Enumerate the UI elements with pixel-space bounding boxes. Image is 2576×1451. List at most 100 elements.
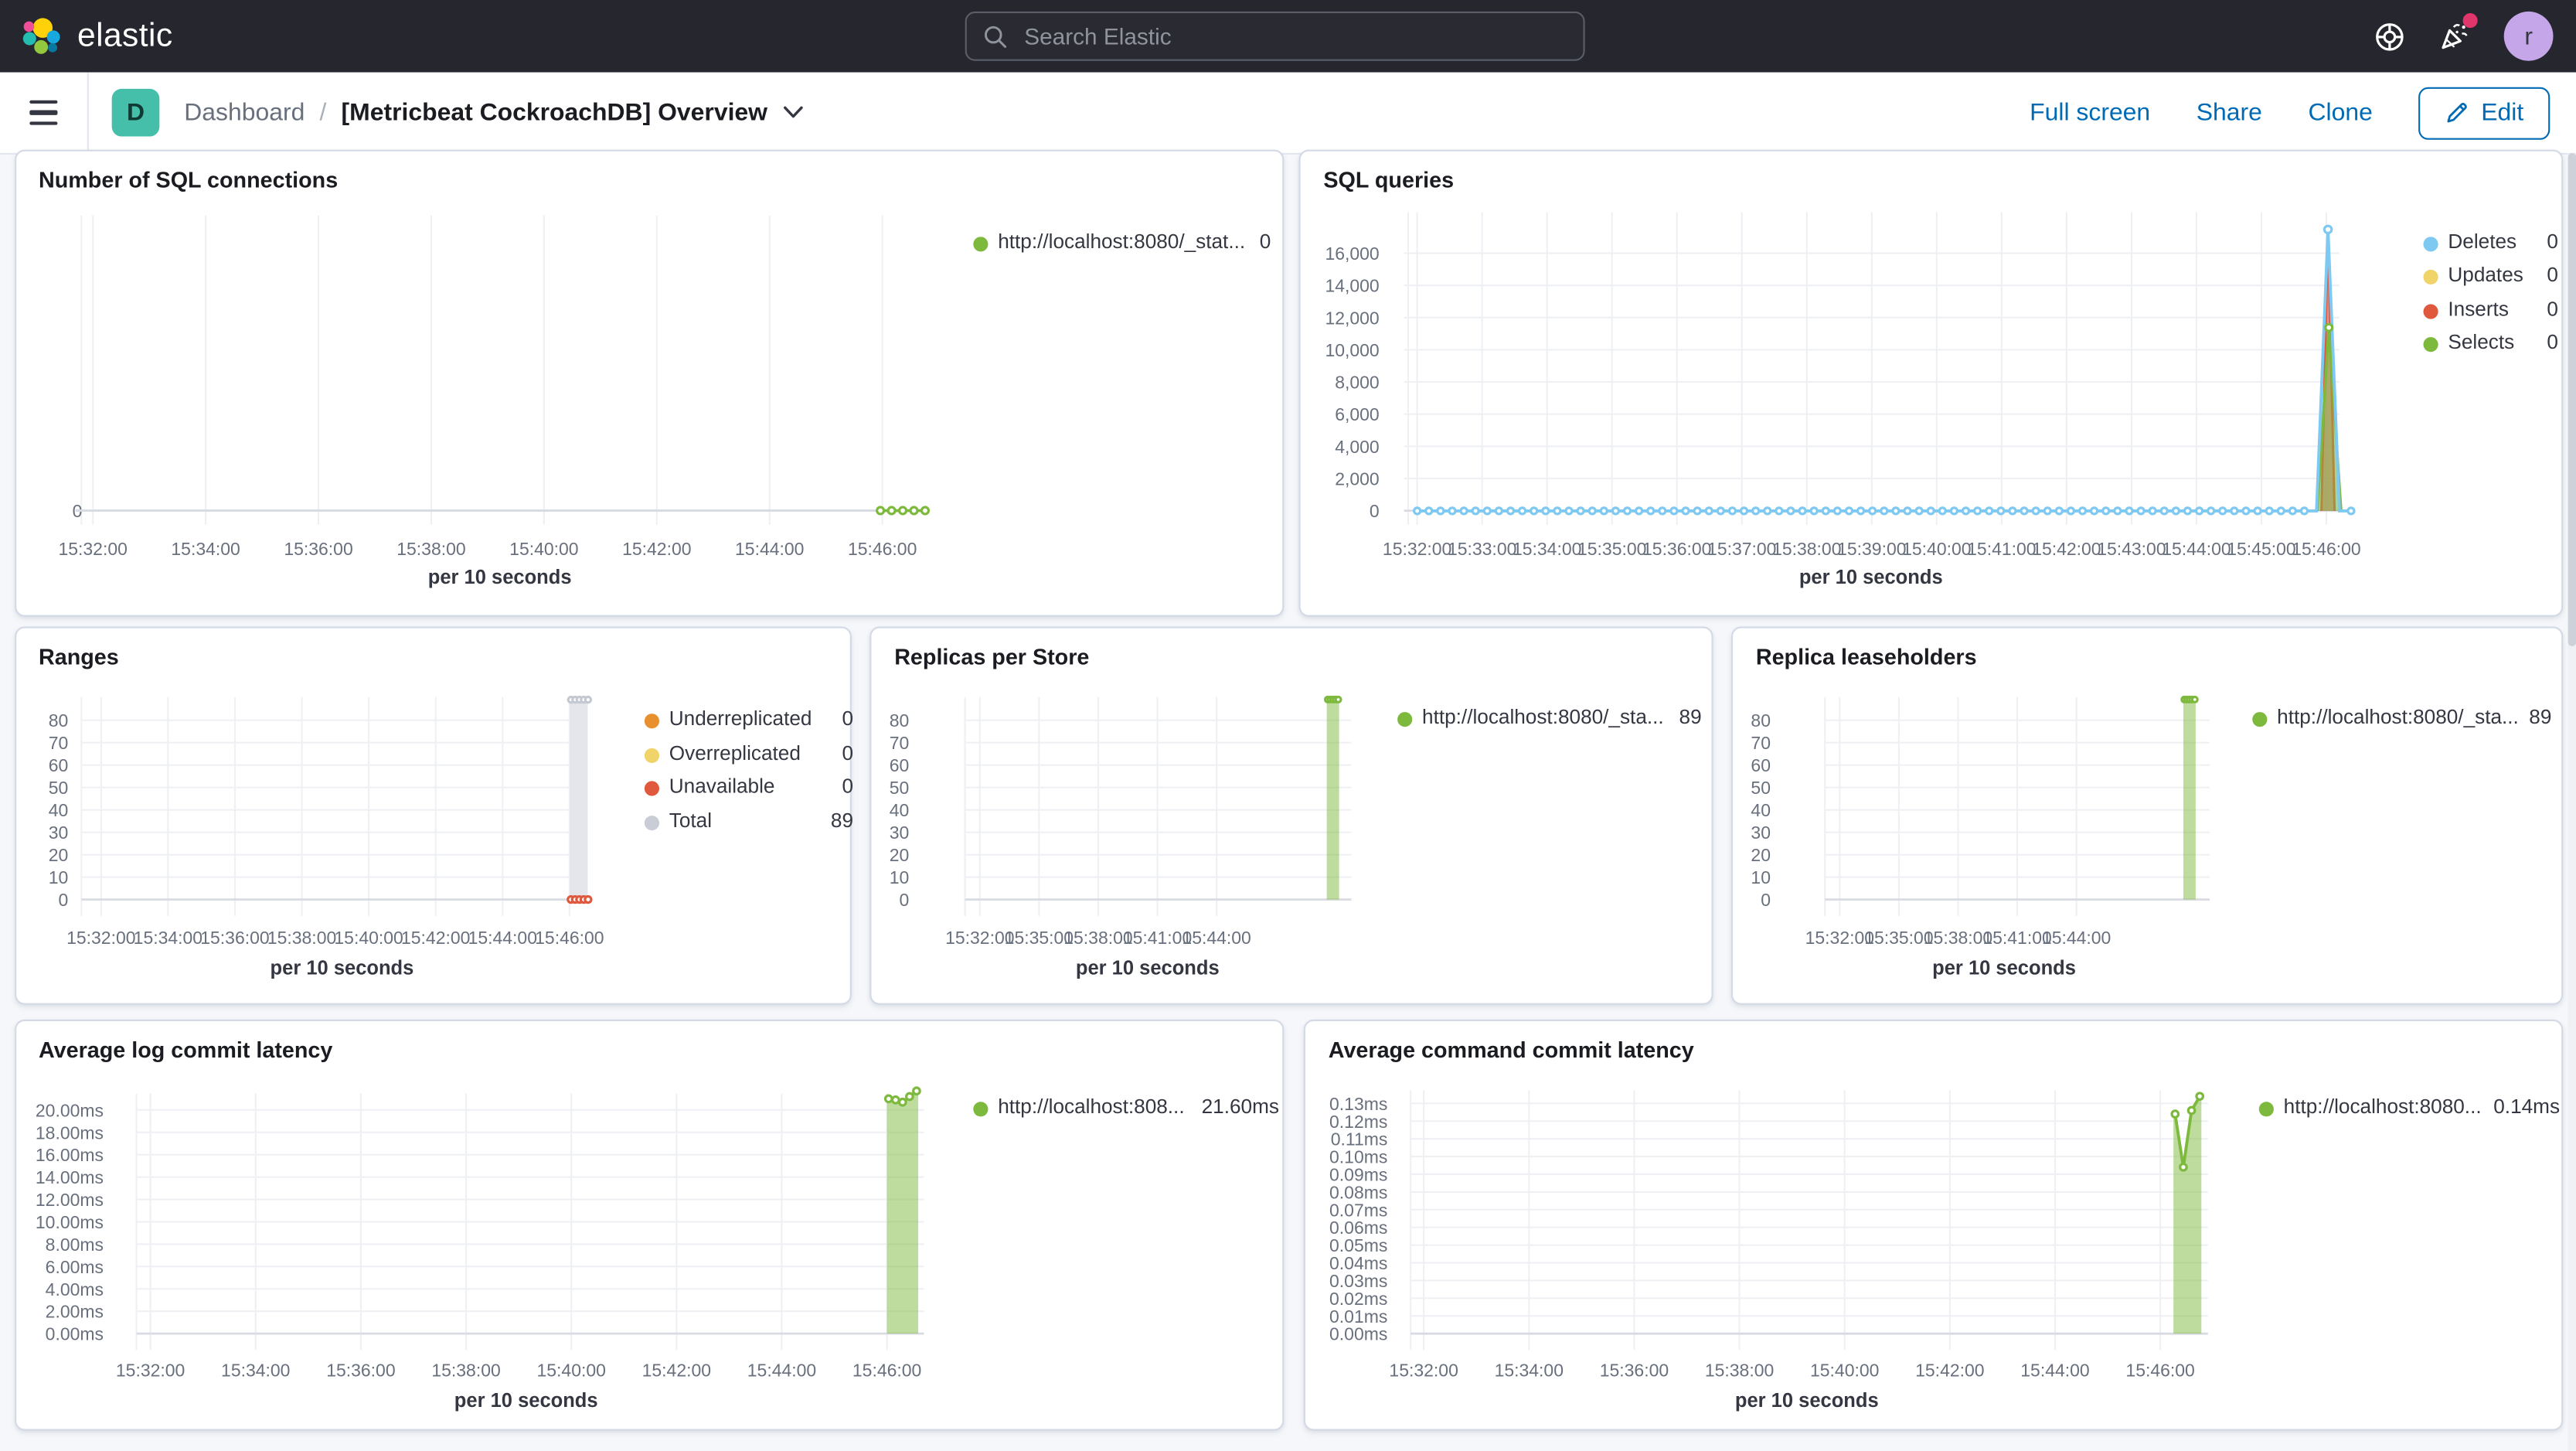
x-tick: 15:34:00 — [220, 1360, 289, 1380]
x-tick: 15:33:00 — [1448, 538, 1516, 558]
y-tick: 70 — [48, 733, 68, 753]
legend-series-label: Updates — [2448, 263, 2523, 287]
page-scrollbar-thumb[interactable] — [2567, 152, 2576, 646]
legend-item[interactable]: Selects 0 — [2420, 329, 2558, 359]
legend-series-label: Deletes — [2448, 229, 2517, 253]
legend-series-value: 0 — [2547, 297, 2558, 321]
whats-new-button[interactable] — [2438, 13, 2478, 53]
y-tick: 80 — [890, 710, 910, 731]
notification-dot — [2462, 13, 2478, 29]
legend-series-label: Underreplicated — [669, 707, 812, 731]
x-tick: 15:44:00 — [2162, 538, 2231, 558]
y-tick: 50 — [1751, 778, 1771, 798]
x-tick: 15:38:00 — [430, 1360, 499, 1380]
panel-average-log-commit-latency: Average log commit latency 15:32:00 15:34:… — [14, 1019, 1284, 1431]
legend-series-value: 89 — [2529, 705, 2552, 729]
legend-series-dot — [2423, 303, 2438, 319]
avatar-initial: r — [2524, 22, 2533, 50]
y-tick: 40 — [890, 800, 910, 820]
legend-series-label: Inserts — [2448, 297, 2509, 321]
legend-item[interactable]: Inserts 0 — [2420, 295, 2558, 325]
x-tick: 15:42:00 — [400, 928, 469, 948]
x-tick: 15:38:00 — [1705, 1360, 1774, 1380]
menu-button[interactable] — [0, 73, 87, 153]
y-tick: 6,000 — [1335, 404, 1379, 424]
legend-item[interactable]: http://localhost:8080/_stat... 0 — [970, 228, 1271, 257]
y-tick: 14,000 — [1325, 275, 1379, 295]
breadcrumb: Dashboard / [Metricbeat CockroachDB] Ove… — [184, 99, 804, 127]
x-tick: 15:38:00 — [267, 928, 335, 948]
y-tick: 8,000 — [1335, 372, 1379, 392]
y-tick: 10 — [1751, 867, 1771, 887]
edit-button[interactable]: Edit — [2418, 86, 2550, 139]
x-tick: 15:46:00 — [852, 1360, 920, 1380]
edit-button-label: Edit — [2481, 98, 2524, 127]
y-tick: 30 — [890, 823, 910, 843]
help-button[interactable] — [2374, 21, 2405, 52]
legend-series-value: 0 — [842, 707, 854, 731]
y-tick: 50 — [48, 778, 68, 798]
x-tick: 15:44:00 — [2042, 928, 2111, 948]
dashboard-badge[interactable]: D — [111, 88, 160, 137]
x-tick: 15:46:00 — [534, 928, 603, 948]
legend-item[interactable]: Deletes 0 — [2420, 228, 2558, 257]
full-screen-button[interactable]: Full screen — [2030, 99, 2150, 127]
x-tick: 15:44:00 — [1182, 928, 1251, 948]
y-tick: 10 — [48, 867, 68, 887]
y-tick: 0 — [900, 890, 910, 910]
global-search[interactable] — [965, 11, 1585, 61]
help-icon — [2374, 21, 2405, 52]
legend-series-dot — [1397, 712, 1413, 727]
legend-series-label: Total — [669, 808, 713, 832]
y-tick: 30 — [1751, 823, 1771, 843]
toolbar-actions: Full screen Share Clone Edit — [2030, 86, 2576, 139]
share-button[interactable]: Share — [2197, 99, 2262, 127]
legend-series-dot — [644, 815, 660, 830]
y-tick: 70 — [890, 733, 910, 753]
page-scrollbar[interactable] — [2567, 152, 2576, 1451]
legend-item[interactable]: Updates 0 — [2420, 261, 2558, 291]
title-options-button[interactable] — [782, 105, 804, 120]
panel-ranges: Ranges 15:32:00 15:34:00 15:36:00 15:38:00 15… — [14, 626, 853, 1005]
breadcrumb-dashboard[interactable]: Dashboard — [184, 99, 305, 127]
x-axis-title: per 10 seconds — [269, 957, 413, 979]
legend-item[interactable]: http://localhost:8080/_sta... 89 — [2249, 703, 2551, 733]
legend-item[interactable]: Total 89 — [641, 806, 853, 836]
y-tick: 10,000 — [1325, 339, 1379, 359]
x-tick: 15:32:00 — [66, 928, 134, 948]
legend-series-dot — [2258, 1102, 2274, 1117]
legend-item[interactable]: Underreplicated 0 — [641, 706, 853, 735]
y-tick: 80 — [48, 710, 68, 731]
legend-series-value: 0 — [1259, 229, 1271, 253]
user-avatar[interactable]: r — [2503, 11, 2554, 61]
y-tick: 40 — [1751, 800, 1771, 820]
x-tick: 15:42:00 — [641, 1360, 710, 1380]
x-tick: 15:40:00 — [536, 1360, 604, 1380]
legend-series-label: Overreplicated — [669, 741, 801, 765]
toolbar: D Dashboard / [Metricbeat CockroachDB] O… — [0, 72, 2576, 155]
y-tick: 20.00ms — [35, 1100, 103, 1120]
legend-item[interactable]: http://localhost:808... 21.60ms — [970, 1094, 1279, 1123]
y-tick: 30 — [48, 823, 68, 843]
x-tick: 15:32:00 — [57, 538, 126, 558]
chart-number-of-sql-connections: 15:32:00 15:34:00 15:36:00 15:38:00 15:40:00… — [57, 214, 929, 588]
legend-item[interactable]: http://localhost:8080... 0.14ms — [2256, 1094, 2560, 1123]
x-tick: 15:36:00 — [1600, 1360, 1669, 1380]
legend-item[interactable]: http://localhost:8080/_sta... 89 — [1394, 703, 1702, 733]
y-tick: 60 — [890, 755, 910, 775]
legend-item[interactable]: Overreplicated 0 — [641, 739, 853, 768]
y-tick: 10.00ms — [35, 1212, 103, 1232]
elastic-home-link[interactable]: elastic — [0, 15, 173, 56]
search-input[interactable] — [1020, 21, 1567, 51]
x-tick: 15:42:00 — [1915, 1360, 1984, 1380]
legend-series-label: http://localhost:8080/_sta... — [2277, 705, 2519, 729]
y-tick: 10 — [890, 867, 910, 887]
x-tick: 15:38:00 — [1772, 538, 1841, 558]
clone-button[interactable]: Clone — [2308, 99, 2372, 127]
legend-item[interactable]: Unavailable 0 — [641, 773, 853, 802]
breadcrumb-separator: / — [319, 98, 327, 127]
x-tick: 15:44:00 — [734, 538, 803, 558]
legend-series-dot — [2423, 337, 2438, 353]
panel-replicas-per-store: Replicas per Store 15:32:00 15:35:00 15:38:… — [869, 626, 1713, 1005]
x-tick: 15:46:00 — [847, 538, 916, 558]
